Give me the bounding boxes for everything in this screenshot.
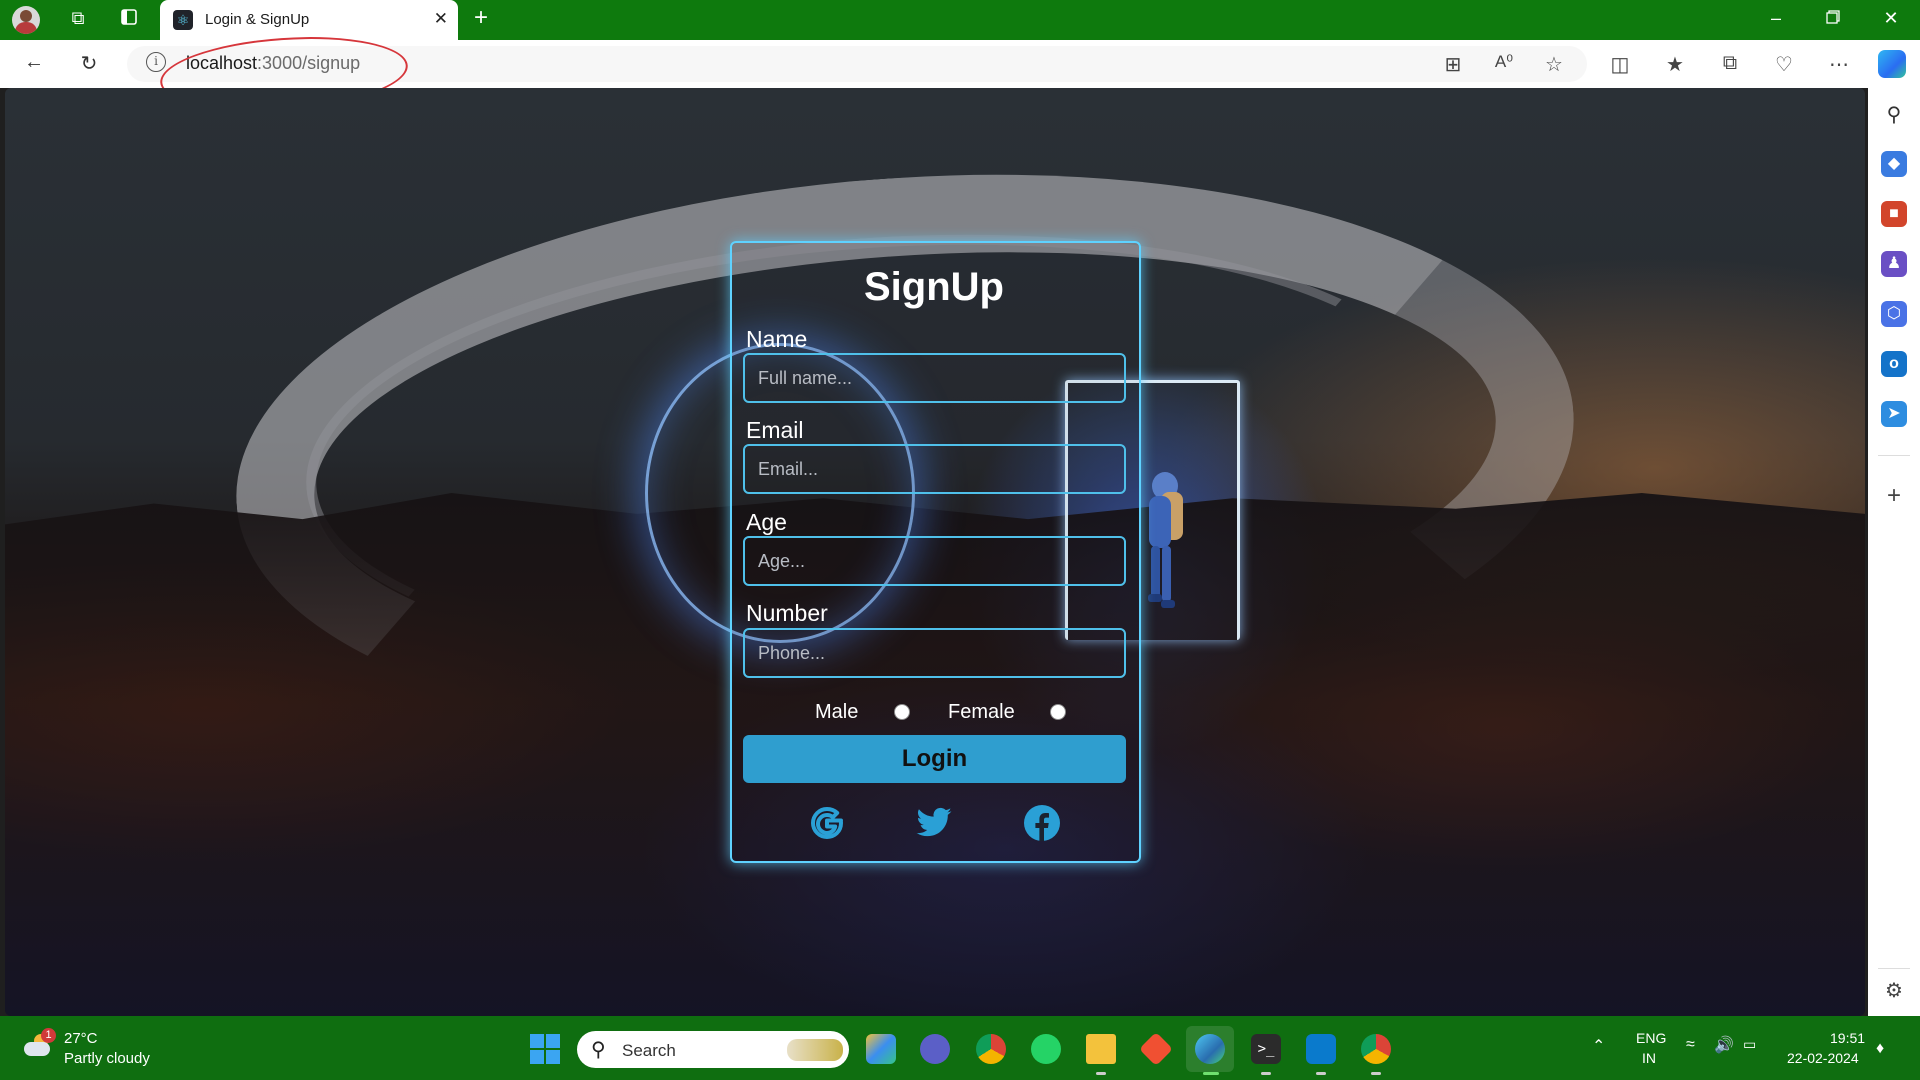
twitter-icon[interactable] [915, 804, 953, 842]
read-aloud-icon[interactable]: A⁰ [1491, 52, 1517, 72]
age-label: Age [746, 509, 787, 535]
apps-icon[interactable]: ⊞ [1440, 52, 1466, 77]
clock-time[interactable]: 19:51 [1830, 1030, 1865, 1046]
teams-meet-app-icon[interactable] [920, 1034, 950, 1064]
login-button[interactable]: Login [743, 735, 1126, 783]
browser-essentials-icon[interactable]: ♡ [1771, 52, 1797, 77]
edge-running-indicator [1203, 1072, 1219, 1075]
restore-icon[interactable] [1818, 8, 1848, 29]
facebook-icon[interactable] [1023, 804, 1061, 842]
drop-send-icon[interactable]: ➤ [1881, 401, 1907, 427]
tab-actions-icon[interactable] [117, 8, 141, 31]
notifications-bell-icon[interactable]: ♦ [1876, 1040, 1884, 1058]
back-icon[interactable]: ← [21, 51, 47, 74]
explorer-running-indicator [1096, 1072, 1106, 1075]
edge-sidebar: ⚲ ◆ ■ ♟ ⬡ o ➤ + ⚙ [1868, 88, 1920, 1018]
terminal-app-icon[interactable]: >_ [1251, 1034, 1281, 1064]
workspaces-icon[interactable]: ⧉ [66, 8, 90, 29]
file-explorer-app-icon[interactable] [1086, 1034, 1116, 1064]
chrome-running-indicator [1371, 1072, 1381, 1075]
wifi-icon[interactable]: ≈ [1686, 1036, 1695, 1054]
terminal-running-indicator [1261, 1072, 1271, 1075]
name-label: Name [746, 326, 808, 352]
vscode-running-indicator [1316, 1072, 1326, 1075]
email-label: Email [746, 417, 804, 443]
favorite-star-icon[interactable]: ☆ [1541, 52, 1567, 77]
react-icon: ⚛ [173, 10, 193, 30]
close-tab-icon[interactable]: ✕ [434, 9, 448, 29]
email-input[interactable] [743, 444, 1126, 494]
tab-active[interactable]: ⚛ Login & SignUp ✕ [160, 0, 458, 40]
weather-temp: 27°C [64, 1030, 98, 1047]
chrome-app-icon-2[interactable] [1361, 1034, 1391, 1064]
phone-input[interactable] [743, 628, 1126, 678]
refresh-icon[interactable]: ↻ [76, 51, 102, 76]
minimize-icon[interactable]: – [1761, 8, 1791, 29]
language-bottom[interactable]: IN [1642, 1050, 1656, 1066]
site-info-icon[interactable]: i [146, 52, 166, 72]
git-app-icon[interactable] [1139, 1032, 1173, 1066]
copilot-icon[interactable] [1878, 50, 1906, 78]
female-label: Female [948, 701, 1015, 723]
new-tab-icon[interactable]: + [469, 4, 493, 32]
battery-icon[interactable]: ▭ [1743, 1036, 1756, 1053]
active-app-highlight [1186, 1026, 1234, 1072]
shopping-tag-icon[interactable]: ◆ [1881, 151, 1907, 177]
more-options-icon[interactable]: ⋯ [1826, 52, 1852, 77]
profile-avatar[interactable] [12, 6, 40, 34]
add-sidebar-app-icon[interactable]: + [1881, 483, 1907, 509]
collections-icon[interactable]: ⧉ [1717, 52, 1743, 75]
settings-gear-icon[interactable]: ⚙ [1881, 978, 1907, 1004]
taskbar-search[interactable]: ⚲ Search [577, 1031, 849, 1068]
male-label: Male [815, 701, 859, 723]
volume-icon[interactable]: 🔊 [1714, 1035, 1734, 1055]
chrome-app-icon[interactable] [976, 1034, 1006, 1064]
signup-title: SignUp [864, 265, 1004, 309]
favorites-icon[interactable]: ★ [1662, 52, 1688, 77]
language-top[interactable]: ENG [1636, 1030, 1666, 1046]
outlook-icon[interactable]: o [1881, 351, 1907, 377]
number-label: Number [746, 600, 828, 626]
female-radio[interactable] [1050, 704, 1066, 720]
name-input[interactable] [743, 353, 1126, 403]
show-hidden-icons[interactable]: ⌃ [1592, 1036, 1605, 1056]
search-icon[interactable]: ⚲ [1881, 102, 1907, 128]
search-highlight-image [787, 1039, 843, 1061]
copilot-pre-app-icon[interactable] [866, 1034, 896, 1064]
weather-badge: 1 [41, 1028, 56, 1043]
clock-date[interactable]: 22-02-2024 [1787, 1050, 1859, 1066]
astronaut-image [1148, 472, 1183, 608]
whatsapp-app-icon[interactable] [1031, 1034, 1061, 1064]
sidebar-divider-bottom [1878, 968, 1910, 969]
tools-icon[interactable]: ■ [1881, 201, 1907, 227]
age-input[interactable] [743, 536, 1126, 586]
weather-desc: Partly cloudy [64, 1050, 150, 1067]
sidebar-divider [1878, 455, 1910, 456]
windows-taskbar: 1 27°C Partly cloudy ⚲ Search >_ ⌃ ENG I… [0, 1016, 1920, 1080]
google-icon[interactable] [808, 804, 846, 842]
tab-title: Login & SignUp [205, 11, 310, 28]
vscode-app-icon[interactable] [1306, 1034, 1336, 1064]
male-radio[interactable] [894, 704, 910, 720]
search-icon: ⚲ [591, 1039, 606, 1061]
windows-start-icon[interactable] [530, 1034, 560, 1064]
split-screen-icon[interactable]: ◫ [1607, 52, 1633, 77]
close-window-icon[interactable]: ✕ [1876, 8, 1906, 29]
microsoft-365-icon[interactable]: ⬡ [1881, 301, 1907, 327]
browser-title-bar: ⧉ ⚛ Login & SignUp ✕ + – ✕ [0, 0, 1920, 40]
games-icon[interactable]: ♟ [1881, 251, 1907, 277]
search-label: Search [622, 1041, 676, 1060]
